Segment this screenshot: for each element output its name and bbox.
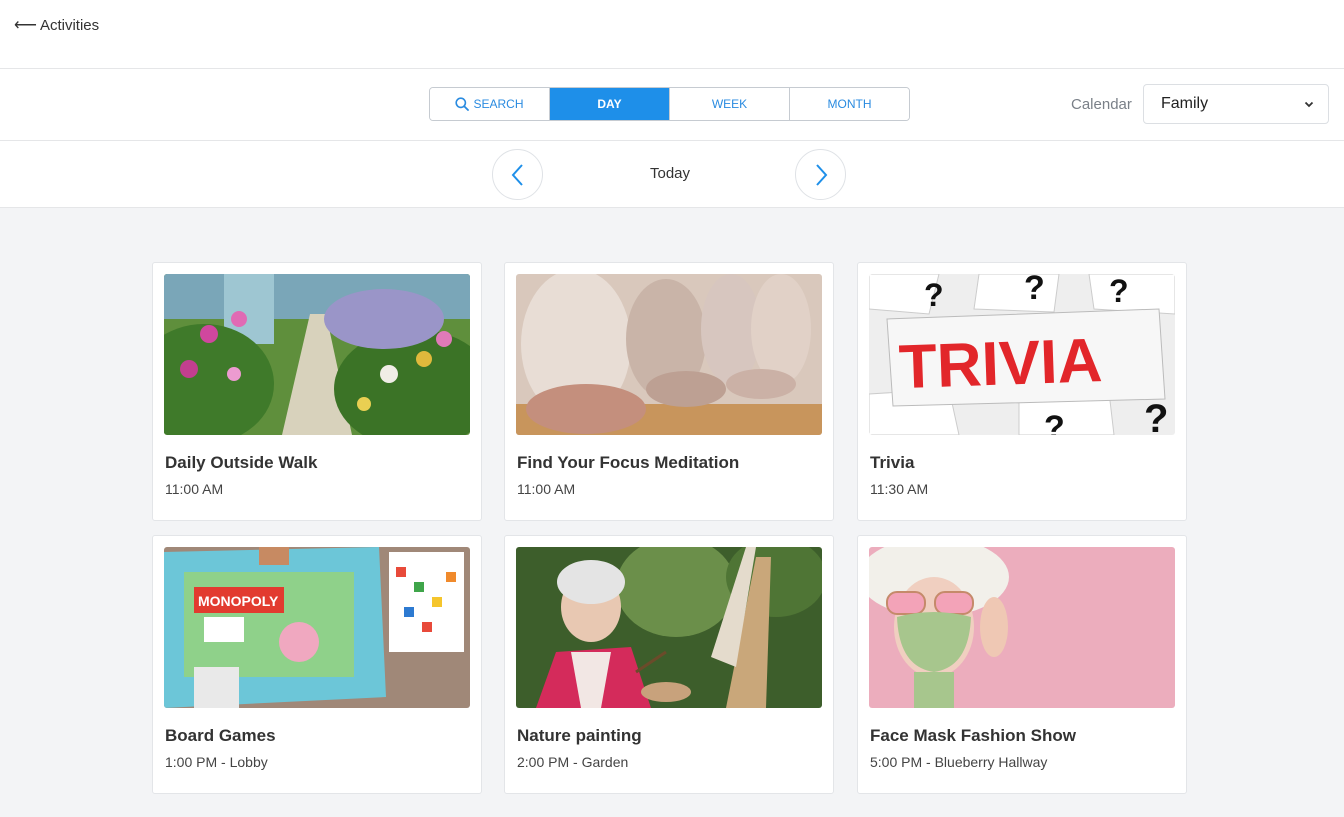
activity-title: Trivia [870, 453, 915, 472]
activity-time: 2:00 PM - Garden [517, 754, 629, 770]
board-game-photo: MONOPOLY [164, 547, 470, 708]
activity-title: Daily Outside Walk [165, 453, 318, 472]
activity-card[interactable]: Find Your Focus Meditation 11:00 AM [504, 262, 834, 521]
meditation-photo [516, 274, 822, 435]
activity-card[interactable]: Face Mask Fashion Show 5:00 PM - Blueber… [857, 535, 1187, 794]
garden-path-photo [164, 274, 470, 435]
svg-text:MONOPOLY: MONOPOLY [198, 593, 279, 609]
date-navigation: Today [0, 141, 1344, 208]
face-mask-photo [869, 547, 1175, 708]
view-bar: SEARCH DAY WEEK MONTH Calendar Family [0, 69, 1344, 141]
top-bar: ⟵ Activities [0, 0, 1344, 69]
activity-time: 11:30 AM [870, 481, 929, 497]
tab-day-label: DAY [597, 97, 622, 111]
activity-title: Board Games [165, 726, 276, 745]
svg-text:TRIVIA: TRIVIA [898, 326, 1104, 402]
activity-card[interactable]: ? ? ? ? ? TRIVIA Trivia 11:30 AM [857, 262, 1187, 521]
svg-text:?: ? [1024, 274, 1045, 307]
tab-month-label: MONTH [827, 97, 872, 111]
previous-day-button[interactable] [492, 149, 543, 200]
tab-week[interactable]: WEEK [670, 88, 790, 120]
back-arrow-icon: ⟵ [14, 16, 37, 34]
activity-time: 11:00 AM [517, 481, 576, 497]
activity-title: Nature painting [517, 726, 642, 745]
back-link-label: Activities [39, 17, 100, 34]
activity-card[interactable]: Daily Outside Walk 11:00 AM [152, 262, 482, 521]
activity-time: 1:00 PM - Lobby [165, 754, 268, 770]
svg-text:?: ? [924, 277, 944, 313]
chevron-right-icon [815, 163, 827, 186]
svg-text:?: ? [1044, 409, 1065, 435]
activity-time: 11:00 AM [165, 481, 224, 497]
tab-week-label: WEEK [711, 97, 748, 111]
tab-month[interactable]: MONTH [790, 88, 909, 120]
back-link[interactable]: ⟵ Activities [14, 17, 99, 34]
next-day-button[interactable] [795, 149, 846, 200]
activity-time: 5:00 PM - Blueberry Hallway [870, 754, 1048, 770]
svg-text:?: ? [1144, 397, 1168, 435]
chevron-down-icon [1304, 101, 1314, 108]
calendar-select-value: Family [1161, 95, 1209, 112]
activity-card[interactable]: Nature painting 2:00 PM - Garden [504, 535, 834, 794]
view-switcher: SEARCH DAY WEEK MONTH [429, 87, 910, 121]
painting-photo [516, 547, 822, 708]
current-date-label: Today [649, 165, 691, 182]
tab-day[interactable]: DAY [550, 88, 670, 120]
svg-text:?: ? [1109, 274, 1129, 309]
calendar-label: Calendar [1071, 96, 1132, 113]
activity-title: Find Your Focus Meditation [517, 453, 740, 472]
search-icon [455, 97, 470, 111]
tab-search-label: SEARCH [473, 97, 524, 111]
activity-title: Face Mask Fashion Show [870, 726, 1076, 745]
chevron-left-icon [511, 163, 523, 186]
tab-search[interactable]: SEARCH [430, 88, 550, 120]
activity-card[interactable]: MONOPOLY Board Games 1:00 PM - Lobby [152, 535, 482, 794]
trivia-photo: ? ? ? ? ? TRIVIA [869, 274, 1175, 435]
calendar-select[interactable]: Family [1143, 84, 1329, 124]
